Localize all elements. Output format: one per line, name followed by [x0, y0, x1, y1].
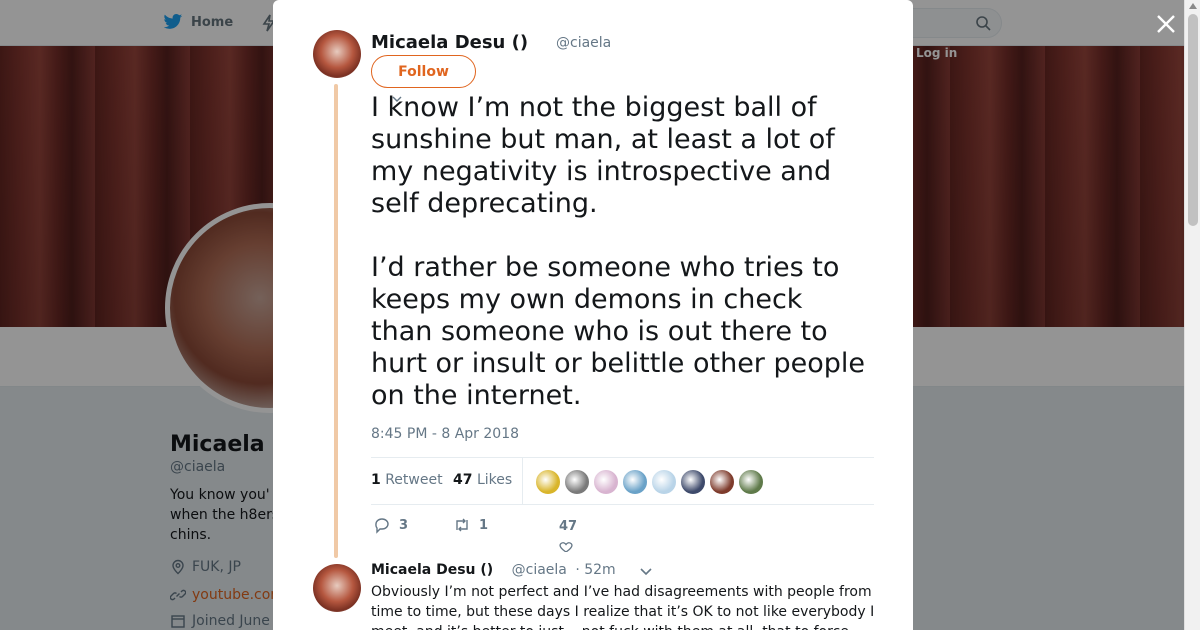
- liker-avatar[interactable]: [738, 469, 764, 495]
- reply-count: 3: [399, 517, 409, 533]
- likes-count: 47: [453, 472, 473, 488]
- scroll-thumb[interactable]: [1188, 14, 1198, 226]
- liker-avatar[interactable]: [680, 469, 706, 495]
- reply-header: Micaela Desu () @ciaela · 52m: [371, 562, 616, 578]
- retweets-stat[interactable]: 1 Retweet: [371, 472, 443, 488]
- tweet-timestamp[interactable]: 8:45 PM - 8 Apr 2018: [371, 426, 519, 442]
- liker-avatar[interactable]: [709, 469, 735, 495]
- tweet-stats: 1 Retweet 47 Likes: [371, 457, 874, 505]
- follow-button[interactable]: Follow: [371, 55, 476, 88]
- author-name[interactable]: Micaela Desu (): [371, 32, 528, 53]
- liker-avatar[interactable]: [651, 469, 677, 495]
- retweet-icon: [456, 518, 468, 532]
- author-avatar[interactable]: [313, 30, 361, 78]
- scroll-up-arrow[interactable]: [1189, 3, 1197, 9]
- liker-avatar[interactable]: [564, 469, 590, 495]
- reply-author-handle[interactable]: @ciaela: [512, 562, 567, 578]
- chevron-down-icon[interactable]: [639, 566, 653, 576]
- scrollbar[interactable]: [1184, 0, 1200, 630]
- likers-avatars: [535, 469, 764, 495]
- heart-icon[interactable]: [557, 542, 575, 552]
- stats-divider: [522, 458, 523, 504]
- reply-text: Obviously I’m not perfect and I’ve had d…: [371, 584, 875, 630]
- reply-author-avatar[interactable]: [313, 564, 361, 612]
- retweets-count: 1: [371, 472, 381, 488]
- retweet-action[interactable]: 1: [453, 516, 488, 534]
- like-count[interactable]: 47: [559, 519, 577, 534]
- reply-action[interactable]: 3: [373, 516, 408, 534]
- author-handle[interactable]: @ciaela: [556, 35, 611, 51]
- reply-author-name[interactable]: Micaela Desu (): [371, 562, 493, 578]
- reply-icon: [375, 518, 389, 534]
- likes-stat[interactable]: 47 Likes: [453, 472, 512, 488]
- liker-avatar[interactable]: [593, 469, 619, 495]
- liker-avatar[interactable]: [535, 469, 561, 495]
- tweet-modal: Micaela Desu () @ciaela Follow I know I’…: [273, 0, 913, 630]
- likes-label: Likes: [476, 472, 513, 488]
- thread-line: [334, 84, 338, 558]
- tweet-text: I know I’m not the biggest ball of sunsh…: [371, 92, 866, 411]
- retweets-label: Retweet: [385, 472, 443, 488]
- tweet-actions: 3 1 47: [371, 516, 671, 552]
- close-icon[interactable]: [1154, 12, 1178, 36]
- retweet-count: 1: [479, 517, 489, 533]
- reply-tweet[interactable]: Micaela Desu () @ciaela · 52m Obviously …: [273, 556, 913, 630]
- liker-avatar[interactable]: [622, 469, 648, 495]
- reply-time[interactable]: · 52m: [575, 562, 615, 578]
